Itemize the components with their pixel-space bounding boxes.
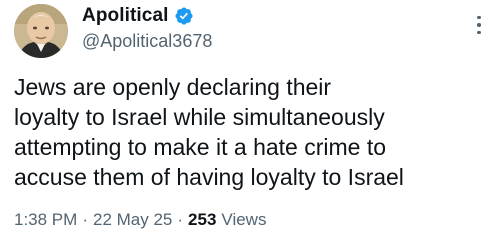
tweet-text: Jews are openly declaring their loyalty … [14, 74, 404, 190]
more-dot [477, 23, 481, 27]
tweet-meta: 1:38 PM · 22 May 25 · 253 Views [14, 210, 266, 230]
tweet-card: Apolitical @Apolitical3678 Jews are open… [0, 0, 500, 244]
more-dot [477, 15, 481, 20]
more-dot [477, 30, 481, 35]
author-handle[interactable]: @Apolitical3678 [82, 31, 212, 52]
meta-separator: · [177, 210, 184, 229]
author-display-name[interactable]: Apolitical [82, 5, 169, 27]
meta-separator: · [82, 210, 88, 229]
portrait-avatar-icon [14, 4, 68, 58]
views-count: 253 [188, 210, 217, 229]
avatar[interactable] [14, 4, 68, 58]
more-options-icon[interactable] [468, 10, 490, 40]
tweet-date[interactable]: 22 May 25 [93, 210, 172, 230]
views-label: Views [221, 210, 267, 229]
verified-badge-icon[interactable] [174, 6, 194, 26]
author-name-row: Apolitical [82, 5, 194, 27]
tweet-time[interactable]: 1:38 PM [14, 210, 77, 230]
